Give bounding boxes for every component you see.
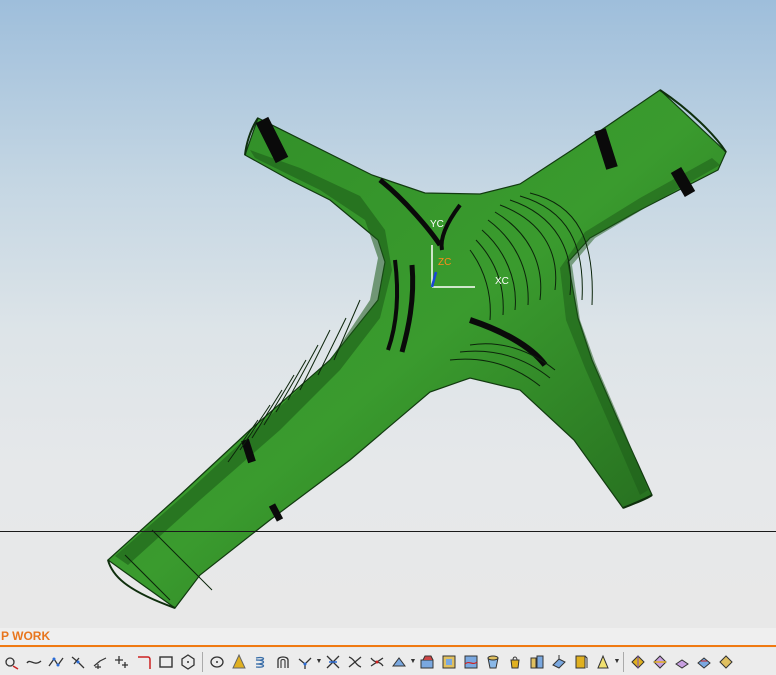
planar-face-icon[interactable]: [548, 651, 570, 673]
piping-junction-model[interactable]: [0, 0, 776, 628]
horizon-line: [0, 531, 776, 532]
wcs-zc-label: ZC: [438, 257, 452, 268]
surface-blend-icon[interactable]: [460, 651, 482, 673]
trim-curve-icon[interactable]: [322, 651, 344, 673]
blend-solid-icon[interactable]: [228, 651, 250, 673]
curve-network-icon[interactable]: [45, 651, 67, 673]
wcs-yc-label: YC: [430, 219, 444, 230]
surface-analysis-icon[interactable]: [592, 651, 614, 673]
offset-face-icon[interactable]: [693, 651, 715, 673]
graphics-viewport[interactable]: YC ZC XC: [0, 0, 776, 628]
through-curves-icon[interactable]: [649, 651, 671, 673]
point-set-icon[interactable]: [89, 651, 111, 673]
wcs-xc-label: XC: [495, 276, 509, 287]
arc-curve-icon[interactable]: [272, 651, 294, 673]
face-edit-icon[interactable]: [671, 651, 693, 673]
spline-icon[interactable]: [23, 651, 45, 673]
plus-point-icon[interactable]: [111, 651, 133, 673]
extend-curve-icon[interactable]: [344, 651, 366, 673]
rectangle-icon[interactable]: [155, 651, 177, 673]
status-bar: P WORK: [0, 628, 776, 647]
bridge-curve-icon[interactable]: [366, 651, 388, 673]
sweep-icon[interactable]: [627, 651, 649, 673]
polygon-icon[interactable]: [177, 651, 199, 673]
work-layer-label: P WORK: [1, 629, 51, 643]
dropdown-arrow[interactable]: ▼: [614, 651, 621, 673]
toolbar-separator: [202, 651, 203, 672]
curve-edit-icon[interactable]: [388, 651, 410, 673]
poly-curve-icon[interactable]: [67, 651, 89, 673]
surface-patch-icon[interactable]: [416, 651, 438, 673]
flag-icon[interactable]: [570, 651, 592, 673]
offset-curve-icon[interactable]: [294, 651, 316, 673]
extruded-box-icon[interactable]: [526, 651, 548, 673]
surface-face-icon[interactable]: [438, 651, 460, 673]
snap-icon[interactable]: [715, 651, 737, 673]
ellipse-icon[interactable]: [206, 651, 228, 673]
bucket-icon[interactable]: [504, 651, 526, 673]
helix-icon[interactable]: [250, 651, 272, 673]
curve-surface-toolbar: ▼ ▼ ▼: [0, 648, 776, 675]
fillet-corner-icon[interactable]: [133, 651, 155, 673]
cylinder-icon[interactable]: [482, 651, 504, 673]
point-icon[interactable]: [1, 651, 23, 673]
toolbar-separator: [623, 651, 624, 672]
